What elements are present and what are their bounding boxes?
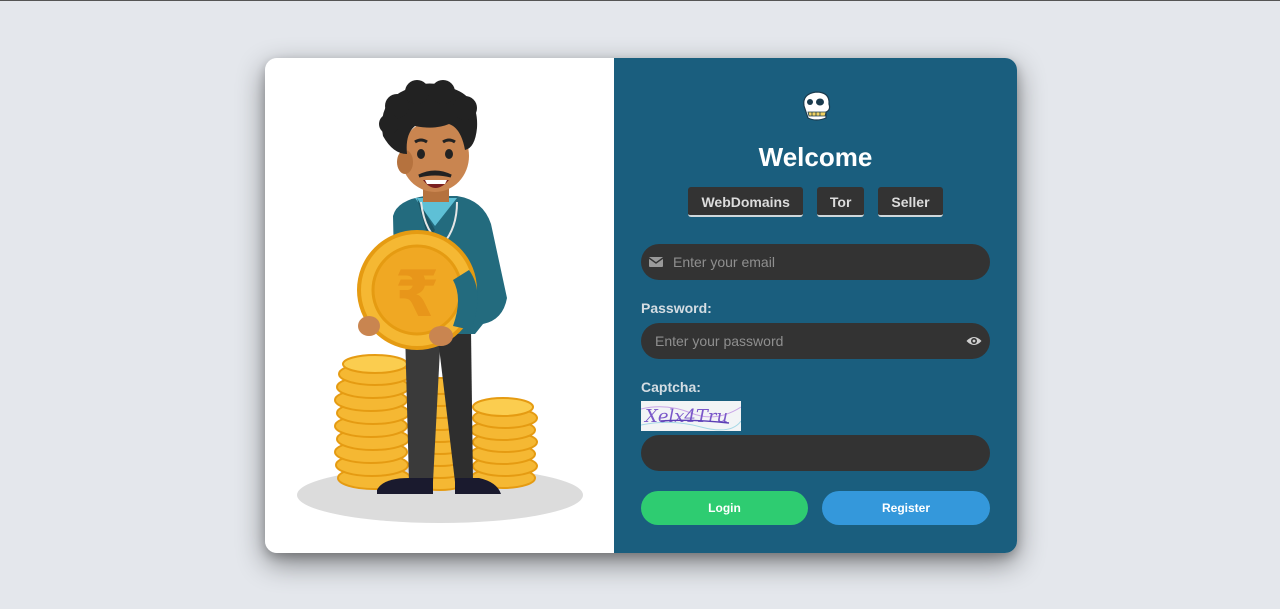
login-panel: Welcome WebDomains Tor Seller Password: …	[614, 58, 1017, 553]
password-field-wrapper	[641, 323, 990, 359]
password-input[interactable]	[655, 323, 966, 359]
password-label: Password:	[641, 300, 712, 316]
illustration-pane: ₹	[265, 58, 614, 553]
tab-webdomains[interactable]: WebDomains	[688, 187, 803, 217]
coin-symbol: ₹	[395, 258, 440, 332]
eye-icon[interactable]	[966, 335, 982, 347]
tab-seller[interactable]: Seller	[878, 187, 943, 217]
email-input[interactable]	[673, 244, 990, 280]
captcha-label: Captcha:	[641, 379, 701, 395]
captcha-field-wrapper	[641, 435, 990, 471]
register-button[interactable]: Register	[822, 491, 990, 525]
tab-bar: WebDomains Tor Seller	[614, 187, 1017, 217]
ape-skull-logo-icon	[803, 91, 831, 121]
captcha-image: Xelx4Tru	[641, 401, 741, 431]
page-title: Welcome	[758, 142, 873, 172]
tab-tor[interactable]: Tor	[816, 187, 865, 217]
captcha-input[interactable]	[655, 435, 990, 471]
man-holding-rupee-coin-illustration: ₹	[297, 80, 583, 523]
login-button[interactable]: Login	[641, 491, 808, 525]
login-card: ₹ Welcome WebDomains Tor Seller Enter yo…	[265, 58, 1017, 553]
email-field-wrapper	[641, 244, 990, 280]
envelope-icon	[649, 257, 663, 267]
captcha-text: Xelx4Tru	[643, 406, 728, 427]
